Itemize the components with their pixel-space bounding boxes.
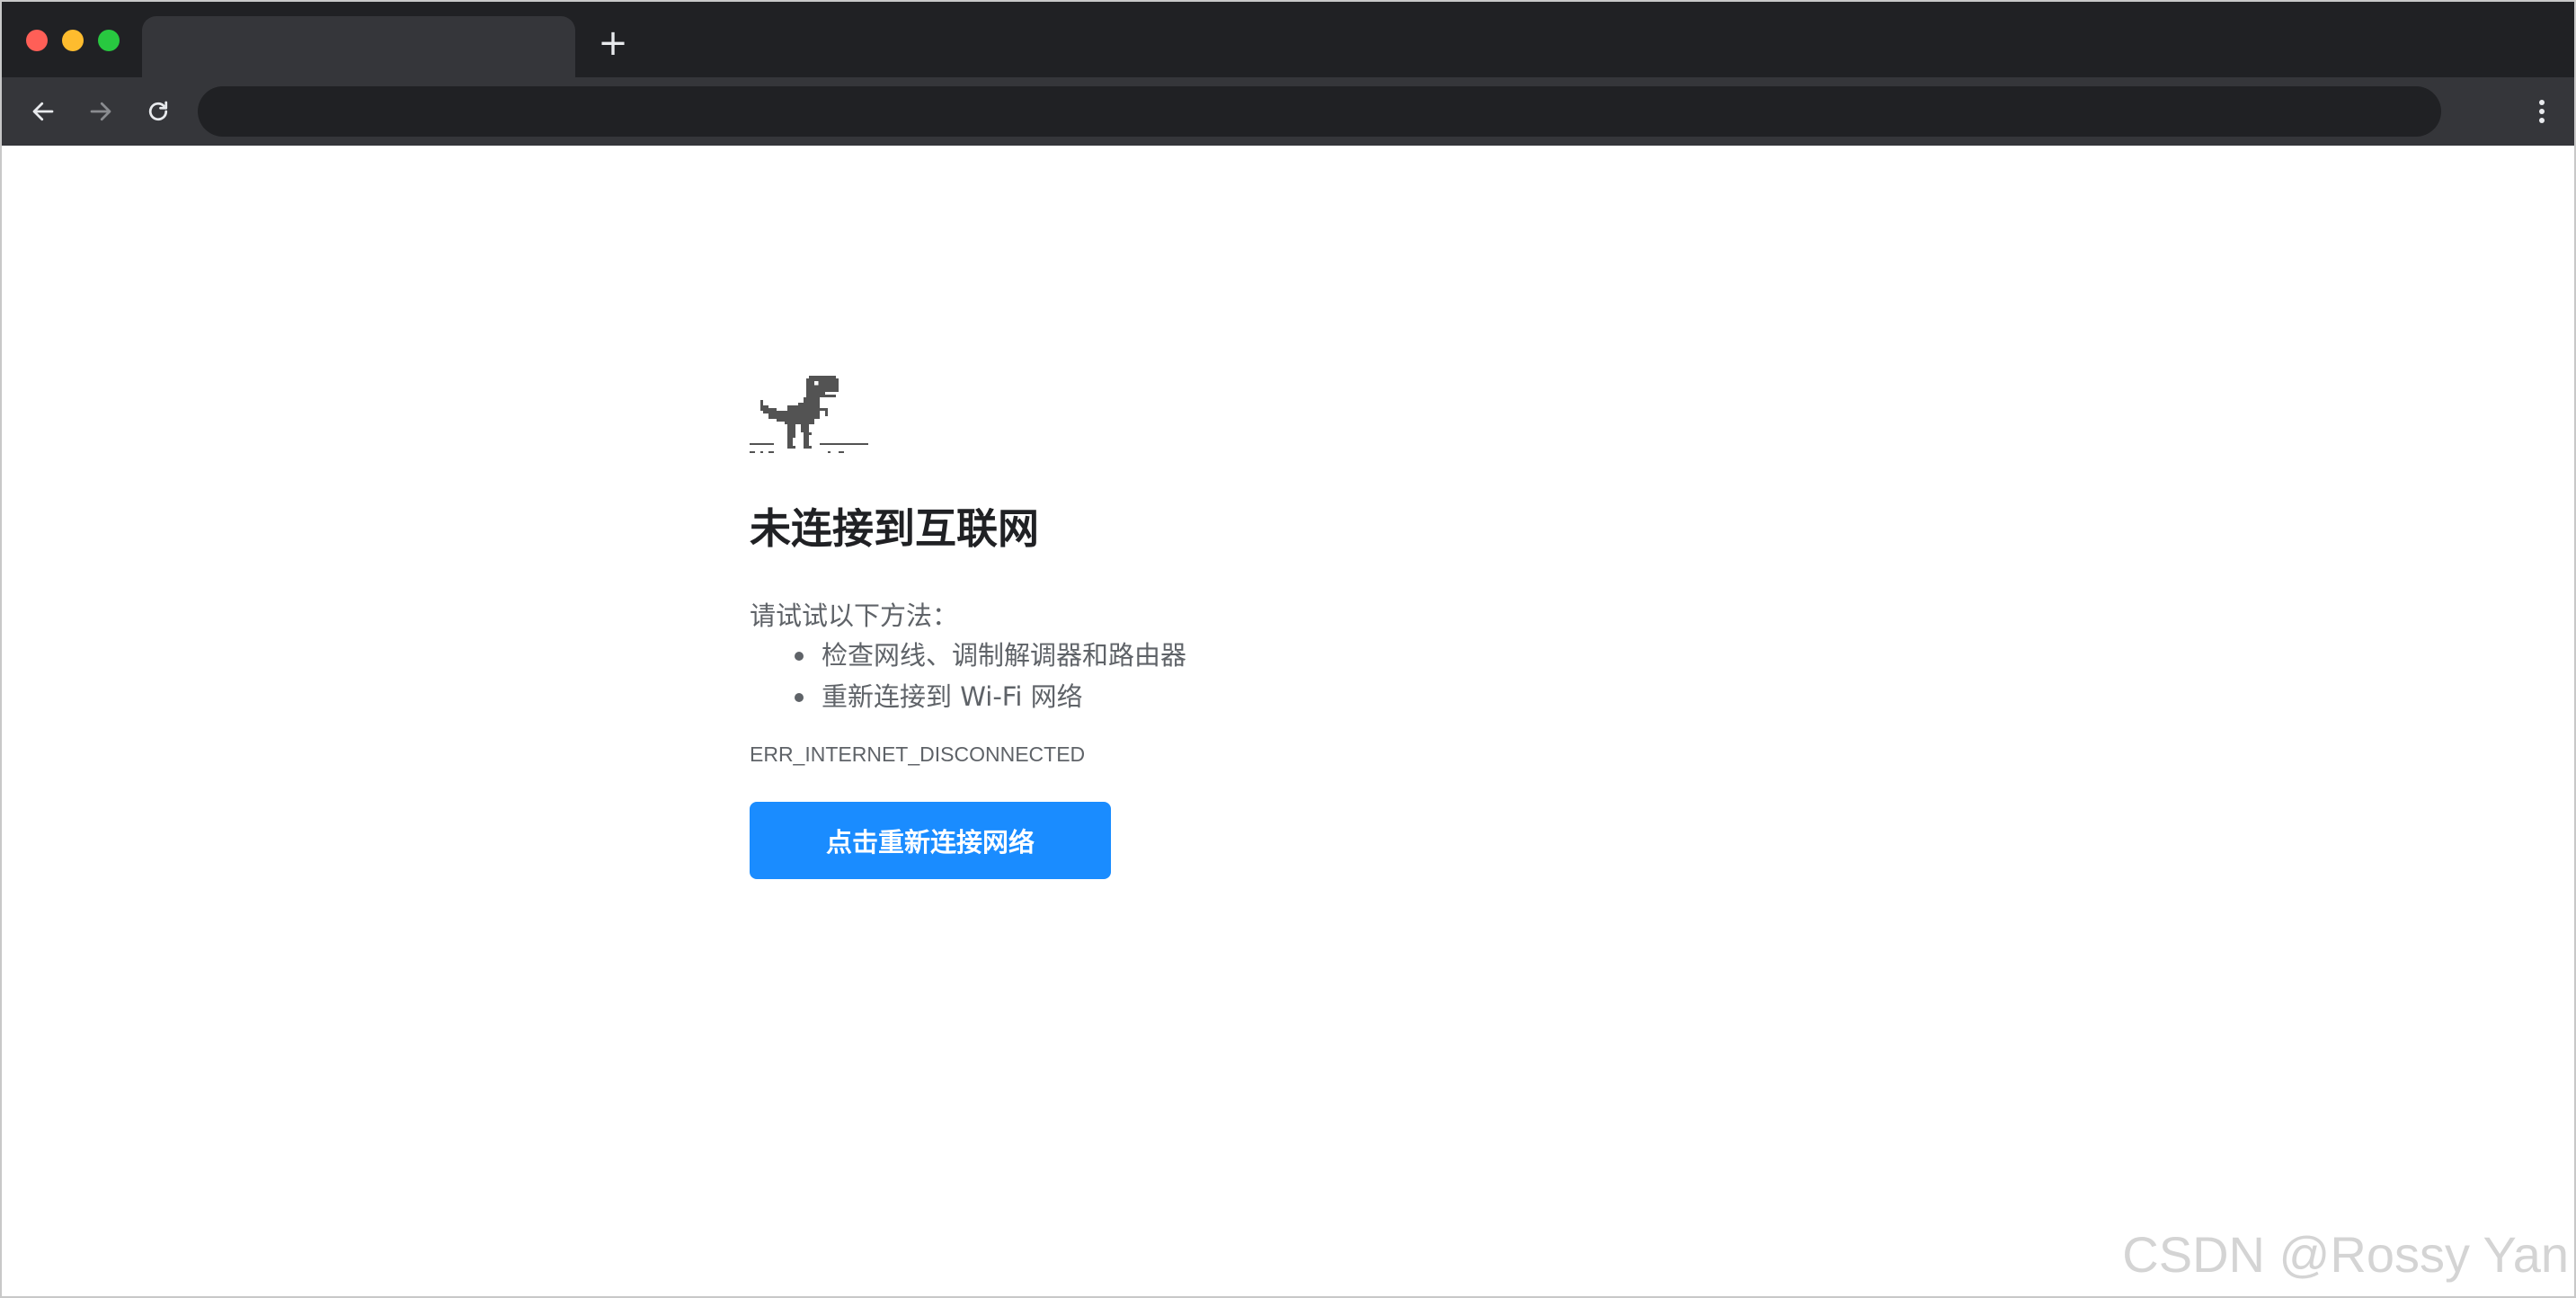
reconnect-button[interactable]: 点击重新连接网络: [750, 802, 1111, 879]
error-code: ERR_INTERNET_DISCONNECTED: [750, 742, 1086, 766]
browser-menu-button[interactable]: [2531, 92, 2553, 131]
suggestions-heading: 请试试以下方法：: [750, 600, 959, 631]
browser-window: + 未连接到互联网 请试试以下方法： 检查网线、调制解调器和路由器 重新连接到 …: [0, 0, 2576, 1298]
list-item: 重新连接到 Wi-Fi 网络: [750, 676, 1186, 717]
watermark: CSDN @Rossy Yan: [2122, 1226, 2569, 1283]
suggestion-text: 重新连接到 Wi-Fi 网络: [822, 681, 1083, 712]
kebab-menu-icon: [2539, 100, 2545, 123]
suggestions-list: 检查网线、调制解调器和路由器 重新连接到 Wi-Fi 网络: [750, 635, 1186, 717]
forward-button[interactable]: [81, 92, 120, 131]
t-rex-dino-icon[interactable]: [750, 376, 868, 457]
close-window-button[interactable]: [26, 30, 48, 51]
arrow-right-icon: [90, 102, 111, 121]
page-title: 未连接到互联网: [750, 504, 1039, 553]
minimize-window-button[interactable]: [62, 30, 84, 51]
back-button[interactable]: [23, 92, 63, 131]
list-item: 检查网线、调制解调器和路由器: [750, 635, 1186, 676]
address-bar[interactable]: [198, 86, 2441, 137]
reload-button[interactable]: [138, 92, 178, 131]
tab-bar: +: [2, 2, 2574, 77]
suggestion-text: 检查网线、调制解调器和路由器: [822, 640, 1187, 671]
reload-icon: [148, 101, 168, 121]
zoom-window-button[interactable]: [98, 30, 120, 51]
arrow-left-icon: [32, 102, 54, 121]
toolbar: [2, 77, 2574, 146]
new-tab-button[interactable]: +: [595, 25, 631, 61]
active-tab[interactable]: [142, 16, 575, 77]
bullet-icon: [795, 693, 804, 702]
error-page: 未连接到互联网 请试试以下方法： 检查网线、调制解调器和路由器 重新连接到 Wi…: [2, 146, 2574, 1296]
bullet-icon: [795, 652, 804, 661]
